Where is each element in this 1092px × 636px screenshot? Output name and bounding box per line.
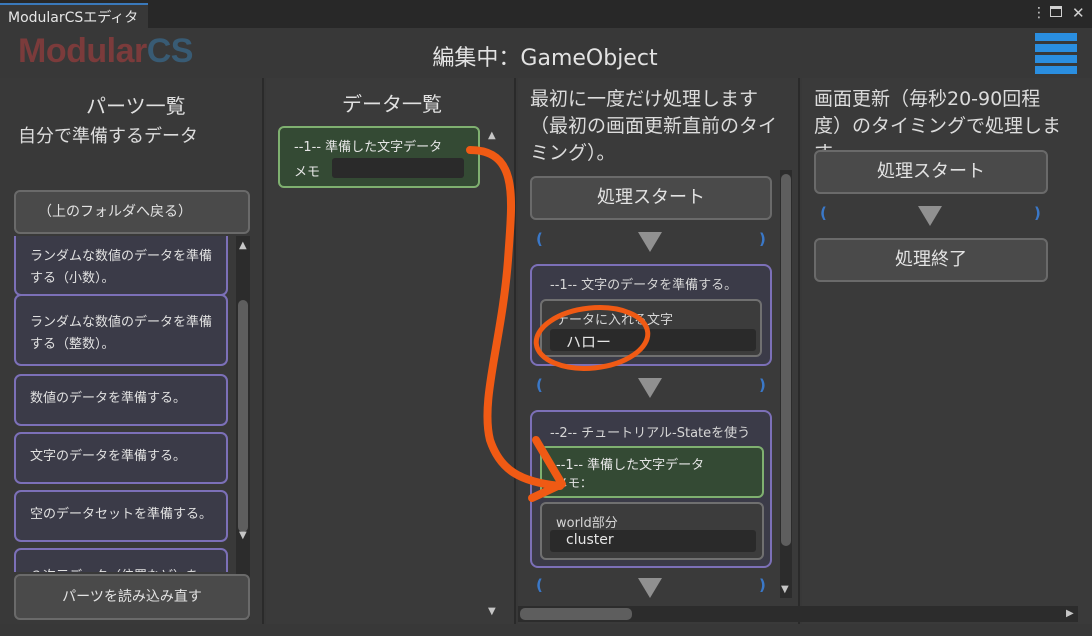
annotation-arrowhead [528,436,566,502]
annotation-overlay [466,146,651,502]
annotation-arrow [466,146,564,490]
annotation-circle [533,305,651,371]
editor-window: ModularCSエディタ ⋮ ✕ ModularCS 編集中：GameObje… [0,0,1092,636]
